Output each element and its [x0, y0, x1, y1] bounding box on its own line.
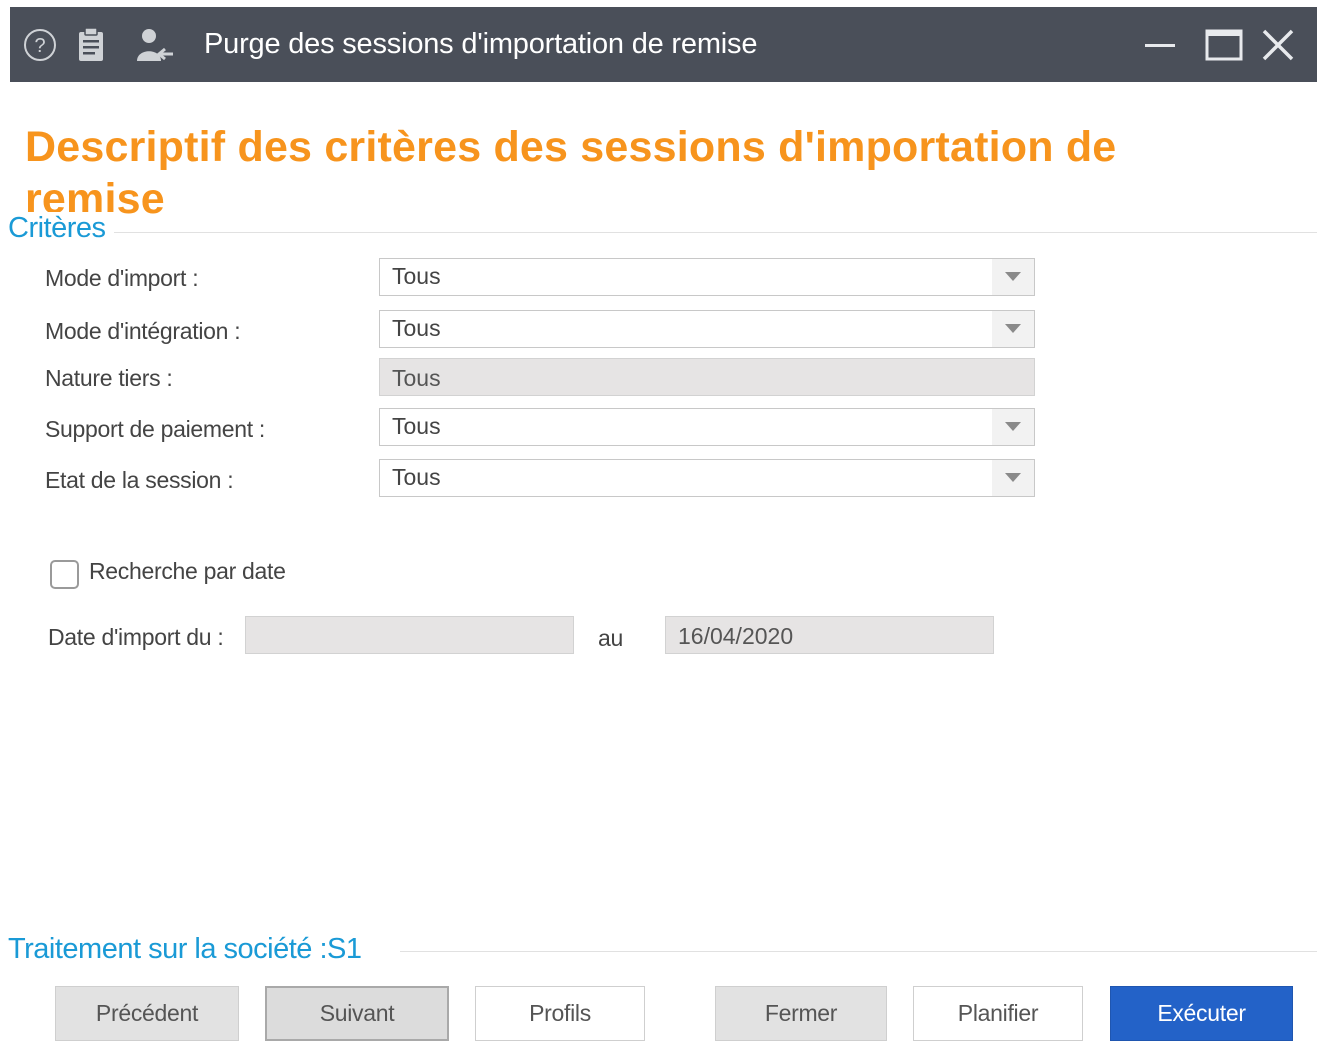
title-bar: ? Purge des sessions d'importation de re… — [10, 7, 1317, 82]
previous-button[interactable]: Précédent — [55, 986, 239, 1041]
etat-session-select[interactable]: Tous — [379, 459, 1035, 497]
user-export-icon[interactable] — [134, 7, 178, 82]
etat-session-value: Tous — [392, 464, 441, 490]
minimize-icon[interactable] — [1140, 7, 1180, 82]
support-paiement-label: Support de paiement : — [45, 416, 266, 442]
mode-import-value: Tous — [392, 263, 441, 289]
support-paiement-value: Tous — [392, 413, 441, 439]
date-to-value: 16/04/2020 — [678, 623, 794, 649]
mode-import-select[interactable]: Tous — [379, 258, 1035, 296]
svg-text:?: ? — [34, 35, 45, 57]
chevron-down-icon[interactable] — [992, 409, 1034, 445]
execute-button[interactable]: Exécuter — [1110, 986, 1293, 1041]
support-paiement-select[interactable]: Tous — [379, 408, 1035, 446]
help-circle-icon[interactable]: ? — [22, 7, 58, 82]
mode-import-label: Mode d'import : — [45, 265, 199, 291]
company-divider — [400, 951, 1317, 952]
etat-session-label: Etat de la session : — [45, 467, 234, 493]
dialog-window: ? Purge des sessions d'importation de re… — [8, 7, 1317, 1059]
mode-integration-label: Mode d'intégration : — [45, 318, 241, 344]
date-to-field[interactable]: 16/04/2020 — [665, 616, 994, 654]
nature-tiers-label: Nature tiers : — [45, 365, 173, 391]
date-search-label[interactable]: Recherche par date — [89, 558, 286, 585]
mode-integration-select[interactable]: Tous — [379, 310, 1035, 348]
criteria-divider — [110, 232, 1317, 233]
close-icon[interactable] — [1256, 7, 1300, 82]
nature-tiers-value: Tous — [392, 365, 441, 391]
date-from-label: Date d'import du : — [48, 624, 224, 650]
date-from-field[interactable] — [245, 616, 574, 654]
schedule-button[interactable]: Planifier — [913, 986, 1083, 1041]
date-to-label: au — [598, 625, 623, 651]
criteria-section-title: Critères — [8, 212, 114, 245]
chevron-down-icon[interactable] — [992, 311, 1034, 347]
page-heading: Descriptif des critères des sessions d'i… — [25, 123, 1117, 223]
close-button[interactable]: Fermer — [715, 986, 887, 1041]
nature-tiers-field: Tous — [379, 358, 1035, 396]
company-section-title: Traitement sur la société :S1 — [8, 933, 370, 966]
profiles-button[interactable]: Profils — [475, 986, 645, 1041]
window-title: Purge des sessions d'importation de remi… — [204, 28, 758, 60]
date-search-checkbox[interactable] — [50, 560, 79, 589]
chevron-down-icon[interactable] — [992, 460, 1034, 496]
maximize-icon[interactable] — [1202, 7, 1246, 82]
mode-integration-value: Tous — [392, 315, 441, 341]
chevron-down-icon[interactable] — [992, 259, 1034, 295]
clipboard-icon[interactable] — [74, 7, 108, 82]
next-button[interactable]: Suivant — [265, 986, 449, 1041]
